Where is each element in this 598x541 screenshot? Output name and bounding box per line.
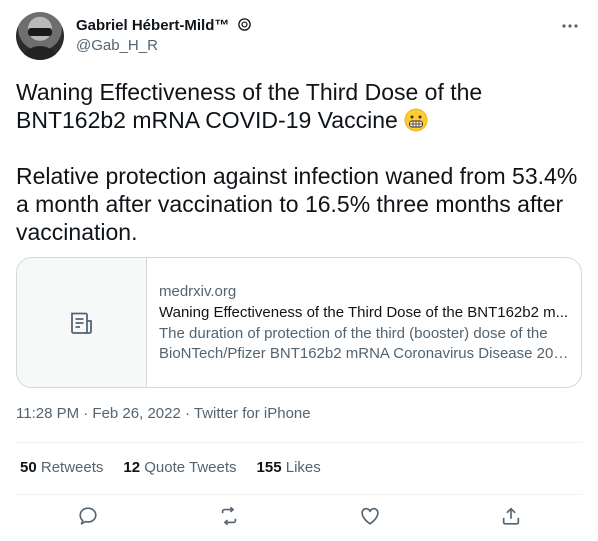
quote-tweets-stat[interactable]: 12 Quote Tweets bbox=[123, 458, 236, 478]
retweet-icon bbox=[221, 506, 237, 526]
author-names: Gabriel Hébert-Mild™ @Gab_H_R bbox=[76, 16, 252, 56]
likes-count: 155 bbox=[256, 459, 282, 476]
divider bbox=[16, 442, 582, 443]
avatar[interactable] bbox=[16, 12, 64, 60]
document-icon bbox=[70, 312, 92, 334]
tweet-text: Waning Effectiveness of the Third Dose o… bbox=[16, 78, 582, 246]
share-icon bbox=[502, 507, 520, 525]
engagement-stats: 50 Retweets 12 Quote Tweets 155 Likes bbox=[20, 458, 341, 478]
more-dots-icon[interactable] bbox=[558, 14, 582, 38]
reply-icon bbox=[79, 507, 97, 525]
tweet-paragraph-2: Relative protection against infection wa… bbox=[16, 163, 578, 245]
verified-badge-icon bbox=[238, 18, 251, 31]
display-name[interactable]: Gabriel Hébert-Mild™ bbox=[76, 16, 229, 36]
quotes-count: 12 bbox=[123, 459, 141, 476]
retweets-label: Retweets bbox=[40, 459, 104, 476]
likes-stat[interactable]: 155 Likes bbox=[257, 458, 321, 478]
card-description-line-2: BioNTech/Pfizer BNT162b2 mRNA Coronaviru… bbox=[159, 345, 571, 362]
grimacing-face-emoji bbox=[404, 108, 428, 132]
heart-icon bbox=[361, 507, 379, 525]
card-thumbnail bbox=[17, 258, 147, 387]
card-description-line-1: The duration of protection of the third … bbox=[159, 325, 548, 342]
link-card[interactable]: medrxiv.org Waning Effectiveness of the … bbox=[16, 257, 582, 388]
card-body: medrxiv.org Waning Effectiveness of the … bbox=[159, 282, 571, 364]
retweet-button[interactable] bbox=[217, 504, 241, 528]
tweet-timestamp[interactable]: 11:28 PM · Feb 26, 2022 · Twitter for iP… bbox=[16, 404, 311, 424]
handle[interactable]: @Gab_H_R bbox=[76, 36, 252, 56]
action-bar bbox=[0, 504, 598, 530]
share-button[interactable] bbox=[499, 504, 523, 528]
reply-button[interactable] bbox=[76, 504, 100, 528]
divider bbox=[16, 494, 582, 495]
card-description: The duration of protection of the third … bbox=[159, 324, 571, 364]
like-button[interactable] bbox=[358, 504, 382, 528]
card-title: Waning Effectiveness of the Third Dose o… bbox=[159, 304, 569, 321]
retweets-stat[interactable]: 50 Retweets bbox=[20, 458, 103, 478]
tweet-header: Gabriel Hébert-Mild™ @Gab_H_R bbox=[16, 12, 586, 62]
likes-label: Likes bbox=[285, 459, 321, 476]
retweets-count: 50 bbox=[20, 459, 37, 476]
card-domain: medrxiv.org bbox=[159, 283, 237, 300]
tweet: Gabriel Hébert-Mild™ @Gab_H_R Waning Eff… bbox=[0, 0, 598, 541]
quotes-label: Quote Tweets bbox=[144, 459, 237, 476]
